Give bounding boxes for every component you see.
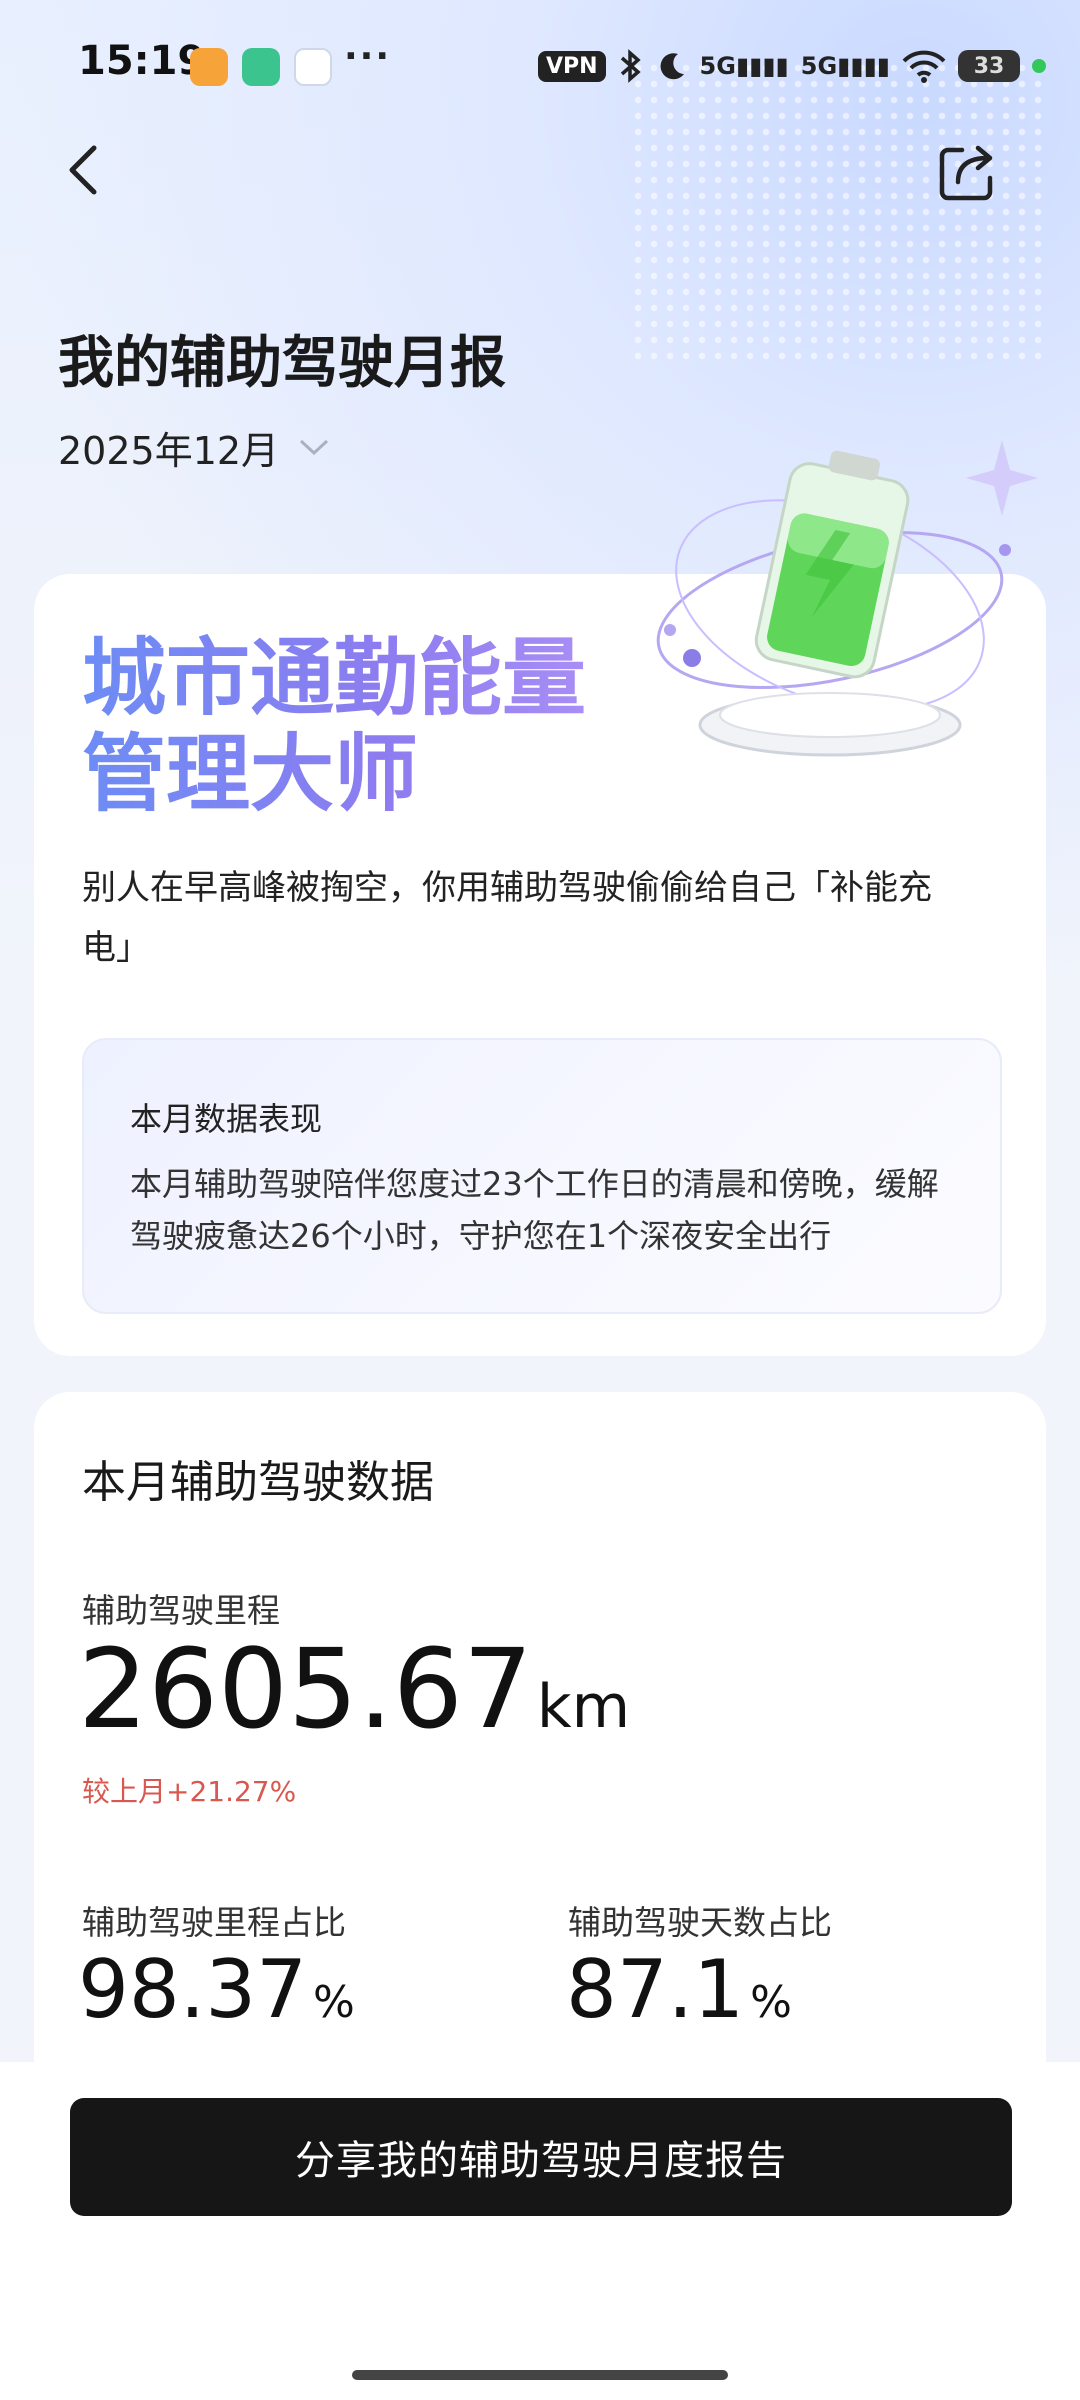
mileage-ratio-number: 98.37 — [78, 1943, 308, 2036]
performance-title: 本月数据表现 — [130, 1100, 323, 1138]
cellular-signal-1-icon: 5G▮▮▮▮ — [699, 52, 789, 80]
more-notifications-icon: ··· — [344, 36, 392, 77]
mileage-ratio-value: 98.37 % — [78, 1940, 355, 2040]
summary-headline: 城市通勤能量 管理大师 — [82, 630, 586, 822]
month-selector[interactable]: 2025年12月 — [58, 420, 331, 475]
notification-app-icon-2 — [242, 48, 280, 86]
indicator-dot — [1032, 59, 1046, 73]
summary-subtitle: 别人在早高峰被掏空，你用辅助驾驶偷偷给自己「补能充电」 — [82, 868, 932, 968]
mileage-ratio-unit: % — [313, 1977, 355, 2028]
performance-text: 本月辅助驾驶陪伴您度过23个工作日的清晨和傍晚，缓解驾驶疲惫达26个小时，守护您… — [130, 1165, 939, 1255]
share-icon[interactable] — [934, 140, 998, 204]
battery-icon: 33 — [958, 50, 1020, 82]
data-card-title: 本月辅助驾驶数据 — [82, 1457, 434, 1508]
mileage-number: 2605.67 — [78, 1625, 533, 1753]
chevron-down-icon — [300, 439, 329, 455]
notification-app-icon-1 — [190, 48, 228, 86]
mileage-delta: 较上月+21.27% — [82, 1775, 297, 1808]
network-type-1: 5G — [699, 52, 736, 80]
headline-line-1: 城市通勤能量 — [82, 629, 587, 727]
cellular-signal-2-icon: 5G▮▮▮▮ — [800, 52, 890, 80]
status-bar: 15:19 ··· VPN 5G▮▮▮▮ 5G▮▮▮▮ 33 — [0, 0, 1080, 130]
network-type-2: 5G — [800, 52, 838, 80]
days-ratio-unit: % — [750, 1977, 792, 2028]
monthly-performance-box: 本月数据表现 本月辅助驾驶陪伴您度过23个工作日的清晨和傍晚，缓解驾驶疲惫达26… — [82, 1038, 1002, 1314]
days-ratio-value: 87.1 % — [566, 1940, 792, 2040]
bluetooth-icon — [620, 49, 641, 83]
days-ratio-number: 87.1 — [566, 1943, 745, 2036]
notification-app-icon-3 — [294, 48, 332, 86]
mileage-ratio-label: 辅助驾驶里程占比 — [82, 1903, 346, 1942]
headline-line-2: 管理大师 — [82, 725, 419, 823]
mileage-value: 2605.67 km — [78, 1624, 630, 1754]
month-label: 2025年12月 — [58, 429, 280, 473]
home-indicator[interactable] — [352, 2370, 728, 2380]
days-ratio-label: 辅助驾驶天数占比 — [568, 1903, 832, 1942]
page-title: 我的辅助驾驶月报 — [58, 331, 506, 396]
vpn-icon: VPN — [537, 50, 606, 82]
back-arrow-icon[interactable] — [56, 140, 116, 200]
do-not-disturb-moon-icon — [660, 53, 684, 80]
battery-illustration — [656, 440, 1038, 757]
status-icons: VPN 5G▮▮▮▮ 5G▮▮▮▮ 33 — [537, 44, 1046, 88]
share-report-button[interactable]: 分享我的辅助驾驶月度报告 — [70, 2098, 1012, 2216]
mileage-unit: km — [536, 1672, 631, 1742]
status-time: 15:19 — [78, 38, 206, 84]
wifi-icon — [902, 50, 946, 83]
